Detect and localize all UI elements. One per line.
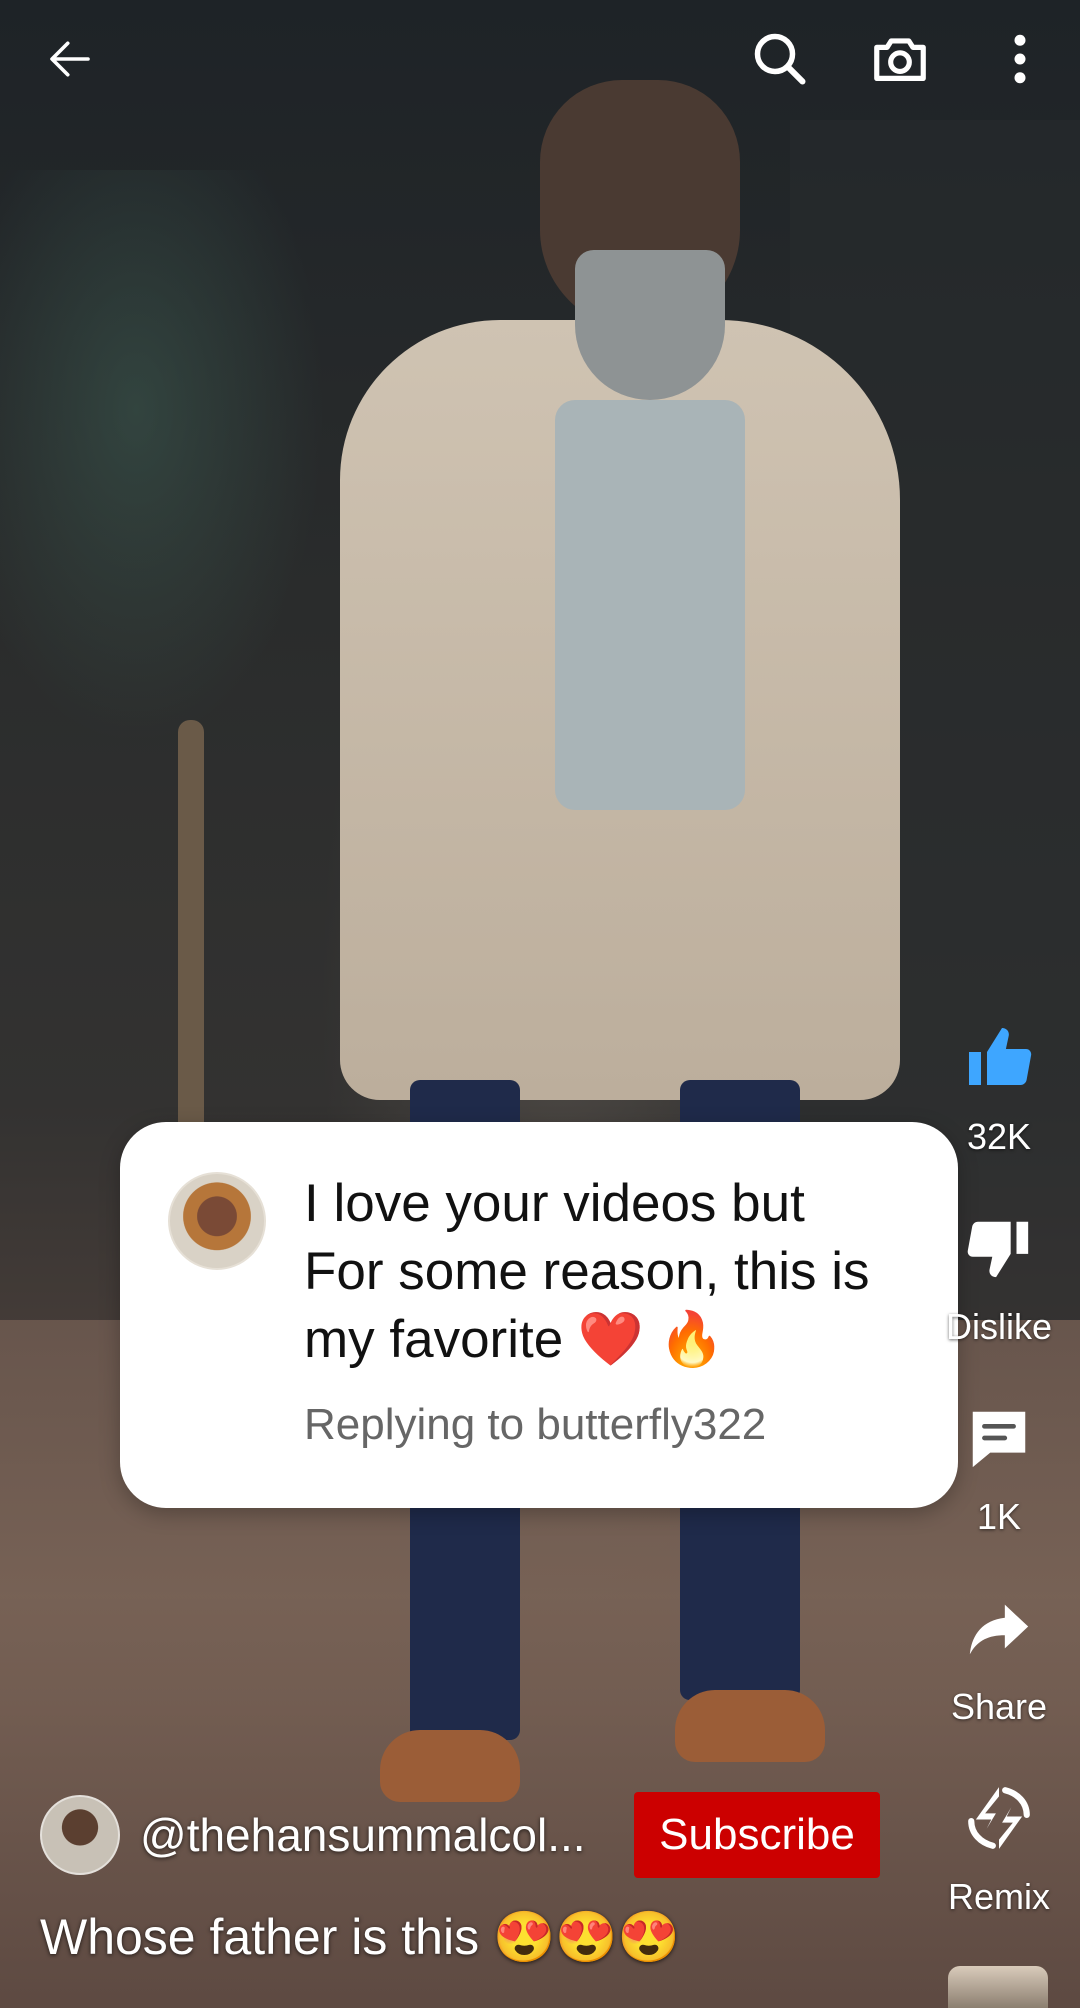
- shorts-player[interactable]: I love your videos but For some reason, …: [0, 0, 1080, 2008]
- channel-handle[interactable]: @thehansummalcol...: [140, 1808, 586, 1862]
- more-vertical-icon: [1014, 34, 1026, 84]
- more-options-button[interactable]: [975, 14, 1065, 104]
- video-person-beard: [575, 250, 725, 400]
- video-person-shoe-left: [380, 1730, 520, 1802]
- share-icon: [969, 1604, 1029, 1655]
- like-button[interactable]: 32K: [929, 1018, 1069, 1158]
- subscribe-button[interactable]: Subscribe: [634, 1792, 880, 1878]
- like-count: 32K: [966, 1116, 1032, 1157]
- video-person-shoe-right: [675, 1690, 825, 1762]
- comment-text: I love your videos but For some reason, …: [304, 1170, 924, 1374]
- camera-icon: [874, 38, 926, 81]
- camera-button[interactable]: [855, 14, 945, 104]
- dislike-label: Dislike: [945, 1306, 1052, 1347]
- comment-line: my favorite ❤️ 🔥: [304, 1310, 725, 1369]
- remix-icon: [968, 1787, 1030, 1849]
- remix-button[interactable]: Remix: [929, 1778, 1069, 1918]
- remix-label: Remix: [947, 1876, 1050, 1917]
- comment-reply-card: I love your videos but For some reason, …: [120, 1122, 958, 1508]
- thumbs-up-icon: [969, 1028, 1032, 1085]
- video-person-shirt: [555, 400, 745, 810]
- next-video-thumbnail[interactable]: [948, 1966, 1048, 2008]
- video-plant-trunk: [178, 720, 204, 1140]
- share-button[interactable]: Share: [929, 1588, 1069, 1728]
- comment-count: 1K: [976, 1496, 1022, 1537]
- video-caption[interactable]: Whose father is this 😍😍😍: [40, 1908, 680, 1967]
- video-frame[interactable]: [0, 0, 1080, 2008]
- channel-avatar[interactable]: [40, 1795, 120, 1875]
- comment-line: For some reason, this is: [304, 1242, 870, 1301]
- search-button[interactable]: [735, 14, 825, 104]
- comment-line: I love your videos but: [304, 1174, 805, 1233]
- thumbs-down-icon: [967, 1221, 1029, 1278]
- top-bar: [0, 0, 1080, 120]
- commenter-avatar: [168, 1172, 266, 1270]
- search-icon: [754, 33, 806, 85]
- video-plant-leaves: [0, 170, 340, 770]
- arrow-left-icon: [50, 41, 90, 77]
- back-button[interactable]: [25, 14, 115, 104]
- share-label: Share: [950, 1686, 1048, 1727]
- comment-icon: [972, 1411, 1026, 1468]
- replying-to-label: Replying to butterfly322: [304, 1400, 767, 1449]
- dislike-button[interactable]: Dislike: [929, 1208, 1069, 1348]
- comments-button[interactable]: 1K: [929, 1398, 1069, 1538]
